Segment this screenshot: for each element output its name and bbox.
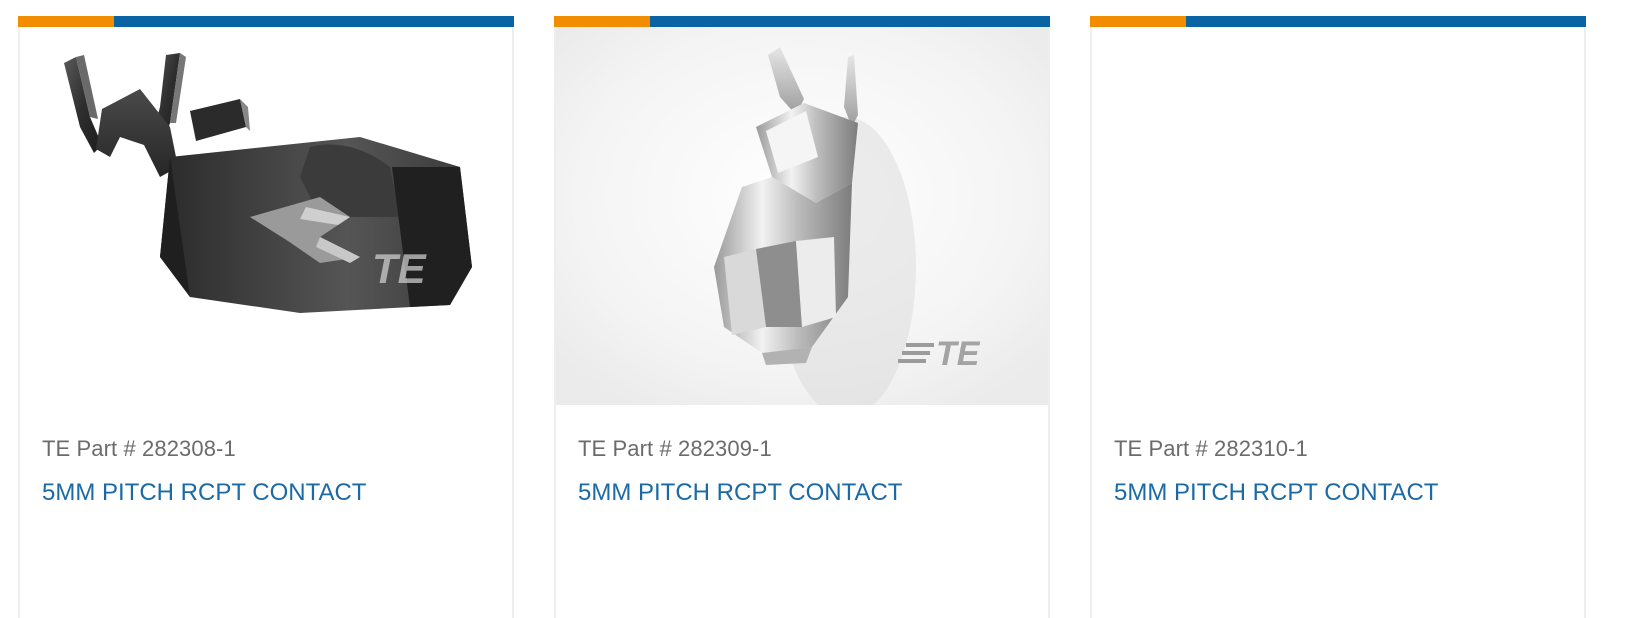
product-image[interactable]: TE: [20, 27, 512, 405]
te-watermark-logo: TE: [372, 245, 428, 292]
part-number: TE Part # 282308-1: [42, 436, 236, 461]
product-card[interactable]: TE TE Part # 282309-1 5MM PITCH RCPT CON…: [554, 16, 1050, 618]
part-number: TE Part # 282309-1: [578, 436, 772, 461]
card-accent-bar: [554, 16, 1050, 27]
product-card[interactable]: TE Part # 282310-1 5MM PITCH RCPT CONTAC…: [1090, 16, 1586, 618]
product-title-link[interactable]: 5MM PITCH RCPT CONTACT: [42, 479, 366, 507]
product-title-link[interactable]: 5MM PITCH RCPT CONTACT: [578, 479, 902, 507]
card-accent-bar: [18, 16, 514, 27]
dark-receptacle-contact-image: TE: [64, 53, 472, 313]
product-card[interactable]: TE TE Part # 282308-1 5MM PITCH RCPT CON…: [18, 16, 514, 618]
svg-text:TE: TE: [936, 335, 981, 373]
silver-receptacle-contact-image: TE: [556, 27, 1048, 405]
product-image[interactable]: TE: [556, 27, 1048, 405]
product-title-link[interactable]: 5MM PITCH RCPT CONTACT: [1114, 479, 1438, 507]
blank-product-image[interactable]: [1092, 27, 1584, 405]
card-accent-bar: [1090, 16, 1586, 27]
part-number: TE Part # 282310-1: [1114, 436, 1308, 461]
